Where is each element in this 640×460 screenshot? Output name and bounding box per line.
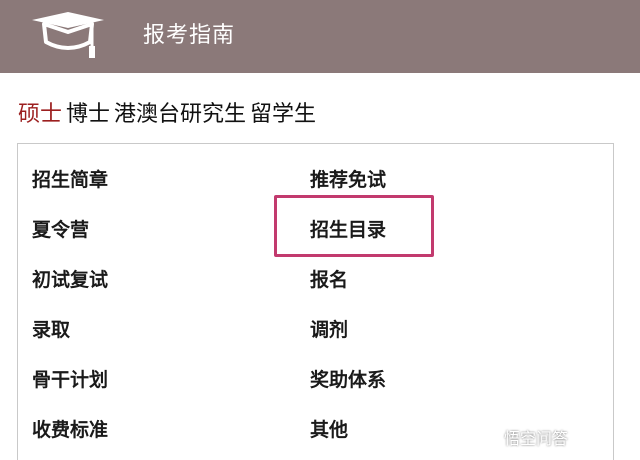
- menu-item-backbone-plan[interactable]: 骨干计划: [32, 368, 108, 392]
- tab-hk-macao-taiwan[interactable]: 港澳台研究生: [114, 100, 246, 132]
- menu-item-exams[interactable]: 初试复试: [32, 268, 108, 292]
- graduation-cap-icon: [32, 12, 104, 58]
- menu-item-admission[interactable]: 录取: [32, 318, 70, 342]
- menu-item-admission-brochure[interactable]: 招生简章: [32, 168, 108, 192]
- menu-item-adjustment[interactable]: 调剂: [310, 318, 348, 342]
- menu-item-summer-camp[interactable]: 夏令营: [32, 218, 89, 242]
- tab-doctor[interactable]: 博士: [66, 100, 110, 132]
- menu-item-registration[interactable]: 报名: [310, 268, 348, 292]
- page-header: 报考指南: [0, 0, 640, 73]
- watermark-text: 悟空问答: [504, 429, 569, 448]
- chat-bubble-icon: [480, 427, 498, 447]
- menu-item-scholarship[interactable]: 奖助体系: [310, 368, 386, 392]
- tab-master[interactable]: 硕士: [18, 100, 62, 132]
- degree-tabs: 硕士 博士 港澳台研究生 留学生: [18, 100, 316, 132]
- watermark: 悟空问答: [478, 425, 568, 449]
- page-title: 报考指南: [143, 23, 236, 48]
- highlight-box: [274, 195, 434, 257]
- tab-international[interactable]: 留学生: [250, 100, 316, 132]
- menu-item-other[interactable]: 其他: [310, 418, 348, 442]
- menu-item-recommendation[interactable]: 推荐免试: [310, 168, 386, 192]
- menu-item-fees[interactable]: 收费标准: [32, 418, 108, 442]
